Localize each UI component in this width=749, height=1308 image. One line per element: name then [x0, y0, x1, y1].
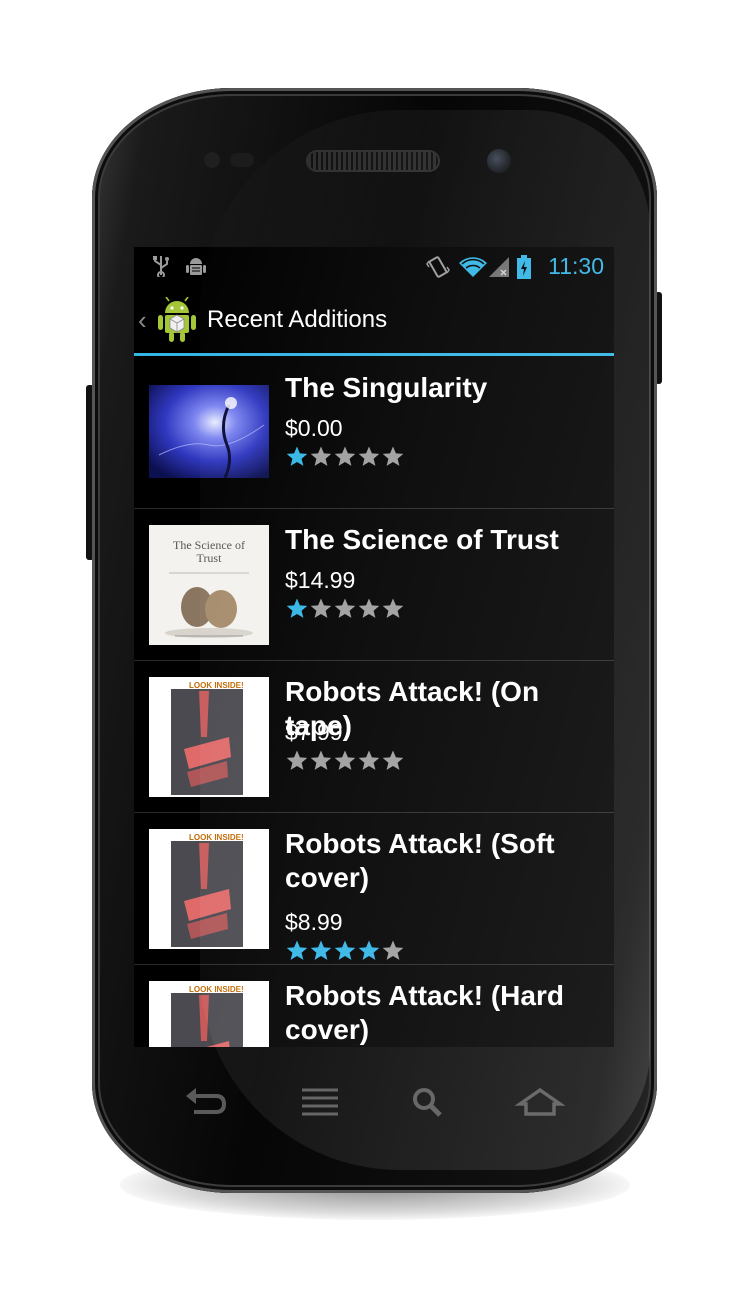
star-empty-icon [381, 939, 405, 963]
phone-screen: 11:30 ‹ Recent Additions The Singularity… [134, 247, 614, 1047]
battery-charging-icon [517, 255, 531, 284]
android-debug-icon [184, 255, 208, 284]
star-empty-icon [357, 597, 381, 621]
star-filled-icon [285, 445, 309, 469]
signal-icon [488, 255, 510, 284]
chevron-left-icon[interactable]: ‹ [138, 305, 147, 335]
star-filled-icon [333, 939, 357, 963]
star-filled-icon [309, 939, 333, 963]
wifi-icon [458, 255, 488, 284]
book-cover-image: LOOK INSIDE! [149, 829, 269, 949]
star-empty-icon [381, 445, 405, 469]
light-sensor [230, 153, 254, 167]
proximity-sensor [204, 152, 220, 168]
star-empty-icon [309, 597, 333, 621]
book-cover-image: LOOK INSIDE! [149, 677, 269, 797]
vibrate-icon [426, 255, 450, 284]
star-empty-icon [285, 749, 309, 773]
book-title: Robots Attack! (Soft cover) [285, 828, 555, 893]
star-filled-icon [285, 939, 309, 963]
book-price: $8.99 [285, 909, 343, 935]
star-filled-icon [357, 939, 381, 963]
book-list[interactable]: The Singularity $0.00 The Science of Tru… [134, 357, 614, 1047]
status-time: 11:30 [548, 253, 604, 279]
book-title: The Singularity [285, 372, 488, 403]
book-price: $14.99 [285, 567, 356, 593]
star-empty-icon [333, 749, 357, 773]
home-icon[interactable] [512, 1082, 568, 1122]
star-empty-icon [381, 749, 405, 773]
list-item[interactable]: LOOK INSIDE! Robots Attack! (Soft cover)… [134, 813, 614, 965]
star-empty-icon [357, 749, 381, 773]
star-empty-icon [333, 597, 357, 621]
search-icon[interactable] [400, 1082, 456, 1122]
book-price: $0.00 [285, 415, 343, 441]
book-title: Robots Attack! (Hard cover) [285, 980, 564, 1045]
star-empty-icon [309, 749, 333, 773]
earpiece-speaker [308, 152, 438, 170]
star-empty-icon [333, 445, 357, 469]
rating-stars [285, 939, 405, 963]
menu-icon[interactable] [292, 1082, 348, 1122]
book-cover-image [149, 385, 269, 478]
rating-stars [285, 445, 405, 469]
android-logo-icon[interactable] [156, 296, 198, 343]
book-title: The Science of Trust [285, 524, 559, 555]
list-item[interactable]: The Science of Trust The Science of Trus… [134, 509, 614, 661]
star-empty-icon [381, 597, 405, 621]
status-bar: 11:30 [134, 247, 614, 285]
navigation-bar [134, 1070, 614, 1134]
rating-stars [285, 749, 405, 773]
book-cover-image: The Science of Trust [149, 525, 269, 645]
list-item[interactable]: The Singularity $0.00 [134, 357, 614, 509]
book-price: $7.99 [285, 719, 343, 745]
star-empty-icon [309, 445, 333, 469]
star-empty-icon [357, 445, 381, 469]
list-item[interactable]: LOOK INSIDE! Robots Attack! (Hard cover) [134, 965, 614, 1047]
rating-stars [285, 597, 405, 621]
star-filled-icon [285, 597, 309, 621]
usb-icon [152, 255, 170, 282]
list-item[interactable]: LOOK INSIDE! Robots Attack! (On tape) $7… [134, 661, 614, 813]
page-title: Recent Additions [207, 306, 388, 333]
action-bar[interactable]: ‹ Recent Additions [134, 285, 614, 355]
book-cover-image: LOOK INSIDE! [149, 981, 269, 1047]
action-bar-divider [134, 353, 614, 356]
front-camera [487, 149, 511, 173]
back-icon[interactable] [176, 1082, 232, 1122]
